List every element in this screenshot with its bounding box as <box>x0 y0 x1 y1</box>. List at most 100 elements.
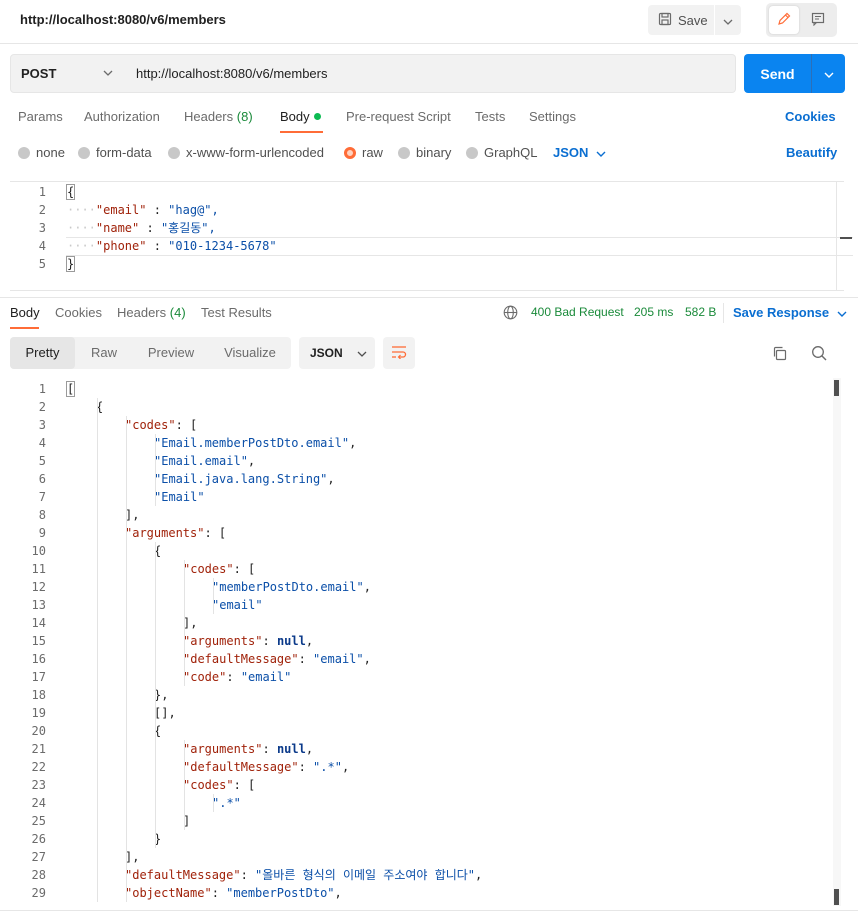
code-token: , <box>475 868 483 882</box>
indent-guide <box>184 740 185 830</box>
tab-headers[interactable]: Headers (8) <box>184 109 253 124</box>
view-pretty-button[interactable]: Pretty <box>10 337 75 369</box>
code-token: : <box>298 652 314 666</box>
code-line: [], <box>154 704 176 722</box>
code-token: "Email.memberPostDto.email" <box>154 436 350 450</box>
format-label: JSON <box>310 346 343 360</box>
tab-body-label: Body <box>280 109 310 124</box>
code-line: ····"phone" : "010-1234-5678" <box>67 237 277 255</box>
code-punct: : <box>139 221 161 235</box>
beautify-link[interactable]: Beautify <box>786 145 837 160</box>
save-response-button[interactable]: Save Response <box>733 305 847 320</box>
indent-dots: ···· <box>67 203 96 217</box>
code-token: "올바른 형식의 이메일 주소여야 합니다" <box>255 868 476 882</box>
code-value: "hag@", <box>168 203 219 217</box>
code-line: "arguments": null, <box>183 740 313 758</box>
chevron-down-icon <box>723 13 733 28</box>
request-title[interactable]: http://localhost:8080/v6/members <box>20 12 226 27</box>
code-line: ····"email" : "hag@", <box>67 201 219 219</box>
code-token: "memberPostDto" <box>226 886 335 900</box>
tab-prerequest-script[interactable]: Pre-request Script <box>346 109 451 124</box>
indent-guide <box>155 542 156 848</box>
globe-icon[interactable] <box>503 305 518 323</box>
send-options-button[interactable] <box>812 66 845 81</box>
response-size[interactable]: 582 B <box>685 305 716 319</box>
line-number: 1 <box>38 382 46 396</box>
radio-form-data[interactable]: form-data <box>78 145 152 160</box>
radio-none[interactable]: none <box>18 145 65 160</box>
code-line: "Email.java.lang.String", <box>154 470 335 488</box>
tab-settings[interactable]: Settings <box>529 109 576 124</box>
line-number: 19 <box>31 706 46 720</box>
code-token: "memberPostDto.email" <box>212 580 364 594</box>
line-number: 15 <box>31 634 46 648</box>
wrap-lines-button[interactable] <box>383 337 415 369</box>
radio-binary[interactable]: binary <box>398 145 451 160</box>
code-token: ".*" <box>313 760 342 774</box>
code-token: "email" <box>313 652 364 666</box>
code-line: "defaultMessage": "email", <box>183 650 371 668</box>
radio-raw[interactable]: raw <box>344 145 383 160</box>
cookies-link[interactable]: Cookies <box>785 109 836 124</box>
chevron-down-icon <box>837 305 847 320</box>
view-raw-button[interactable]: Raw <box>75 337 133 369</box>
method-select[interactable]: POST <box>10 54 126 93</box>
radio-urlencoded[interactable]: x-www-form-urlencoded <box>168 145 324 160</box>
response-format-select[interactable]: JSON <box>299 337 375 369</box>
code-token: "arguments" <box>183 634 263 648</box>
code-token: : [ <box>175 418 198 432</box>
tab-params[interactable]: Params <box>18 109 63 124</box>
response-tab-test-results[interactable]: Test Results <box>201 305 272 320</box>
comments-button[interactable] <box>803 6 833 34</box>
code-line: "Email.memberPostDto.email", <box>154 434 356 452</box>
tab-headers-count: (8) <box>236 109 253 124</box>
radio-label: form-data <box>96 145 152 160</box>
view-visualize-button[interactable]: Visualize <box>209 337 291 369</box>
line-number: 3 <box>38 221 46 235</box>
search-icon[interactable] <box>811 345 827 364</box>
code-line: "codes": [ <box>183 560 255 578</box>
view-preview-button[interactable]: Preview <box>133 337 209 369</box>
edit-mode-button[interactable] <box>769 6 799 34</box>
line-number: 27 <box>31 850 46 864</box>
send-button[interactable]: Send <box>744 66 811 82</box>
line-number: 2 <box>38 400 46 414</box>
code-line: "codes": [ <box>183 776 255 794</box>
code-token: "defaultMessage" <box>125 868 241 882</box>
pencil-icon <box>777 12 791 29</box>
url-input[interactable]: http://localhost:8080/v6/members <box>125 54 736 93</box>
response-body-viewer[interactable]: 1[2{3 "codes": [4 "Email.memberPostDto.ema… <box>0 377 858 907</box>
language-label: JSON <box>553 145 589 160</box>
radio-label: x-www-form-urlencoded <box>186 145 324 160</box>
save-options-button[interactable] <box>715 5 741 35</box>
response-tab-headers[interactable]: Headers (4) <box>117 305 186 320</box>
line-number: 23 <box>31 778 46 792</box>
status-code[interactable]: 400 Bad Request <box>531 305 624 319</box>
line-number: 13 <box>31 598 46 612</box>
copy-icon[interactable] <box>772 346 787 364</box>
response-tab-cookies[interactable]: Cookies <box>55 305 102 320</box>
chevron-down-icon <box>103 67 113 82</box>
line-number: 1 <box>38 185 46 199</box>
radio-label: raw <box>362 145 383 160</box>
indent-guide <box>155 434 156 506</box>
tab-tests[interactable]: Tests <box>475 109 505 124</box>
tab-authorization[interactable]: Authorization <box>84 109 160 124</box>
code-token: , <box>341 760 350 774</box>
save-button[interactable]: Save <box>648 5 714 35</box>
radio-label: binary <box>416 145 452 160</box>
response-time[interactable]: 205 ms <box>634 305 673 319</box>
tab-headers-label: Headers <box>184 109 234 124</box>
response-tab-body[interactable]: Body <box>10 305 40 320</box>
indent-guide <box>213 794 214 812</box>
request-body-editor[interactable]: 1 { 2 ····"email" : "hag@", 3 ····"name"… <box>10 181 853 291</box>
language-select[interactable]: JSON <box>553 145 606 160</box>
line-number: 18 <box>31 688 46 702</box>
code-token: : <box>262 742 277 756</box>
radio-circle <box>78 146 90 159</box>
radio-graphql[interactable]: GraphQL <box>466 145 537 160</box>
code-line: ], <box>183 614 197 632</box>
response-tab-headers-label: Headers <box>117 305 167 320</box>
method-label: POST <box>21 66 57 81</box>
tab-body[interactable]: Body <box>280 109 321 124</box>
